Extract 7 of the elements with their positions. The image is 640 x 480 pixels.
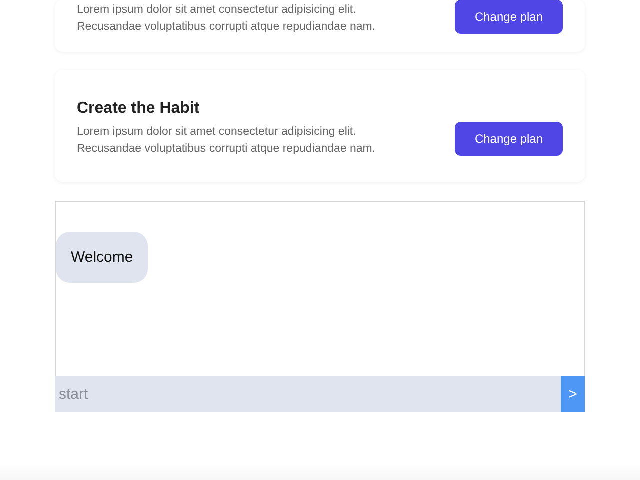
plan-description: Lorem ipsum dolor sit amet consectetur adipisicing elit. Recusandae voluptatibus corrupti atque repudiandae nam.: [77, 125, 377, 157]
message-bubble: Welcome: [56, 232, 148, 283]
plan-description: Lorem ipsum dolor sit amet consectetur adipisicing elit. Recusandae voluptatibus corrupti atque repudiandae nam.: [77, 3, 377, 35]
message-input[interactable]: start: [55, 376, 561, 412]
change-plan-button[interactable]: Change plan: [455, 0, 563, 34]
change-plan-button[interactable]: Change plan: [455, 122, 563, 156]
plan-title: Create the Habit: [77, 100, 201, 118]
